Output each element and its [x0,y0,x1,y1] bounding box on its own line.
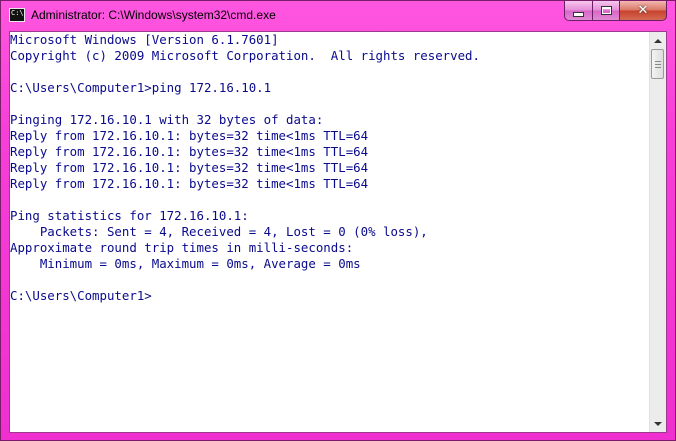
console-line: Approximate round trip times in milli-se… [10,240,354,255]
console-line: C:\Users\Computer1>ping 172.16.10.1 [10,80,272,95]
vertical-scrollbar[interactable] [649,32,666,432]
console-prompt: C:\Users\Computer1> [10,288,152,303]
maximize-icon [600,6,612,15]
close-icon: ✕ [637,3,649,18]
console-line: Minimum = 0ms, Maximum = 0ms, Average = … [10,256,361,271]
console-line: Pinging 172.16.10.1 with 32 bytes of dat… [10,112,324,127]
arrow-up-icon [654,38,662,43]
console-line: Reply from 172.16.10.1: bytes=32 time<1m… [10,160,369,175]
maximize-button[interactable] [592,1,619,21]
title-bar[interactable]: C:\ Administrator: C:\Windows\system32\c… [1,1,675,31]
cmd-icon[interactable]: C:\ [9,8,25,22]
grip-line [655,67,661,68]
arrow-down-icon [654,421,662,426]
grip-line [655,61,661,62]
console-line: Microsoft Windows [Version 6.1.7601] [10,32,279,47]
console-line: Reply from 172.16.10.1: bytes=32 time<1m… [10,128,369,143]
scrollbar-thumb[interactable] [651,49,664,79]
scroll-down-button[interactable] [650,415,666,432]
console-line: Copyright (c) 2009 Microsoft Corporation… [10,48,480,63]
console-line: Reply from 172.16.10.1: bytes=32 time<1m… [10,144,369,159]
console-line: Reply from 172.16.10.1: bytes=32 time<1m… [10,176,369,191]
window-title: Administrator: C:\Windows\system32\cmd.e… [31,8,276,22]
close-button[interactable]: ✕ [619,1,667,21]
console-output[interactable]: Microsoft Windows [Version 6.1.7601] Cop… [10,32,650,432]
console-line: Packets: Sent = 4, Received = 4, Lost = … [10,224,428,239]
grip-line [655,64,661,65]
cmd-window: C:\ Administrator: C:\Windows\system32\c… [0,0,676,441]
minimize-button[interactable] [564,1,592,21]
scroll-up-button[interactable] [650,32,666,49]
minimize-icon [573,11,584,17]
cmd-icon-glyph: C:\ [11,9,24,17]
console-area[interactable]: Microsoft Windows [Version 6.1.7601] Cop… [9,31,667,433]
console-line: Ping statistics for 172.16.10.1: [10,208,249,223]
